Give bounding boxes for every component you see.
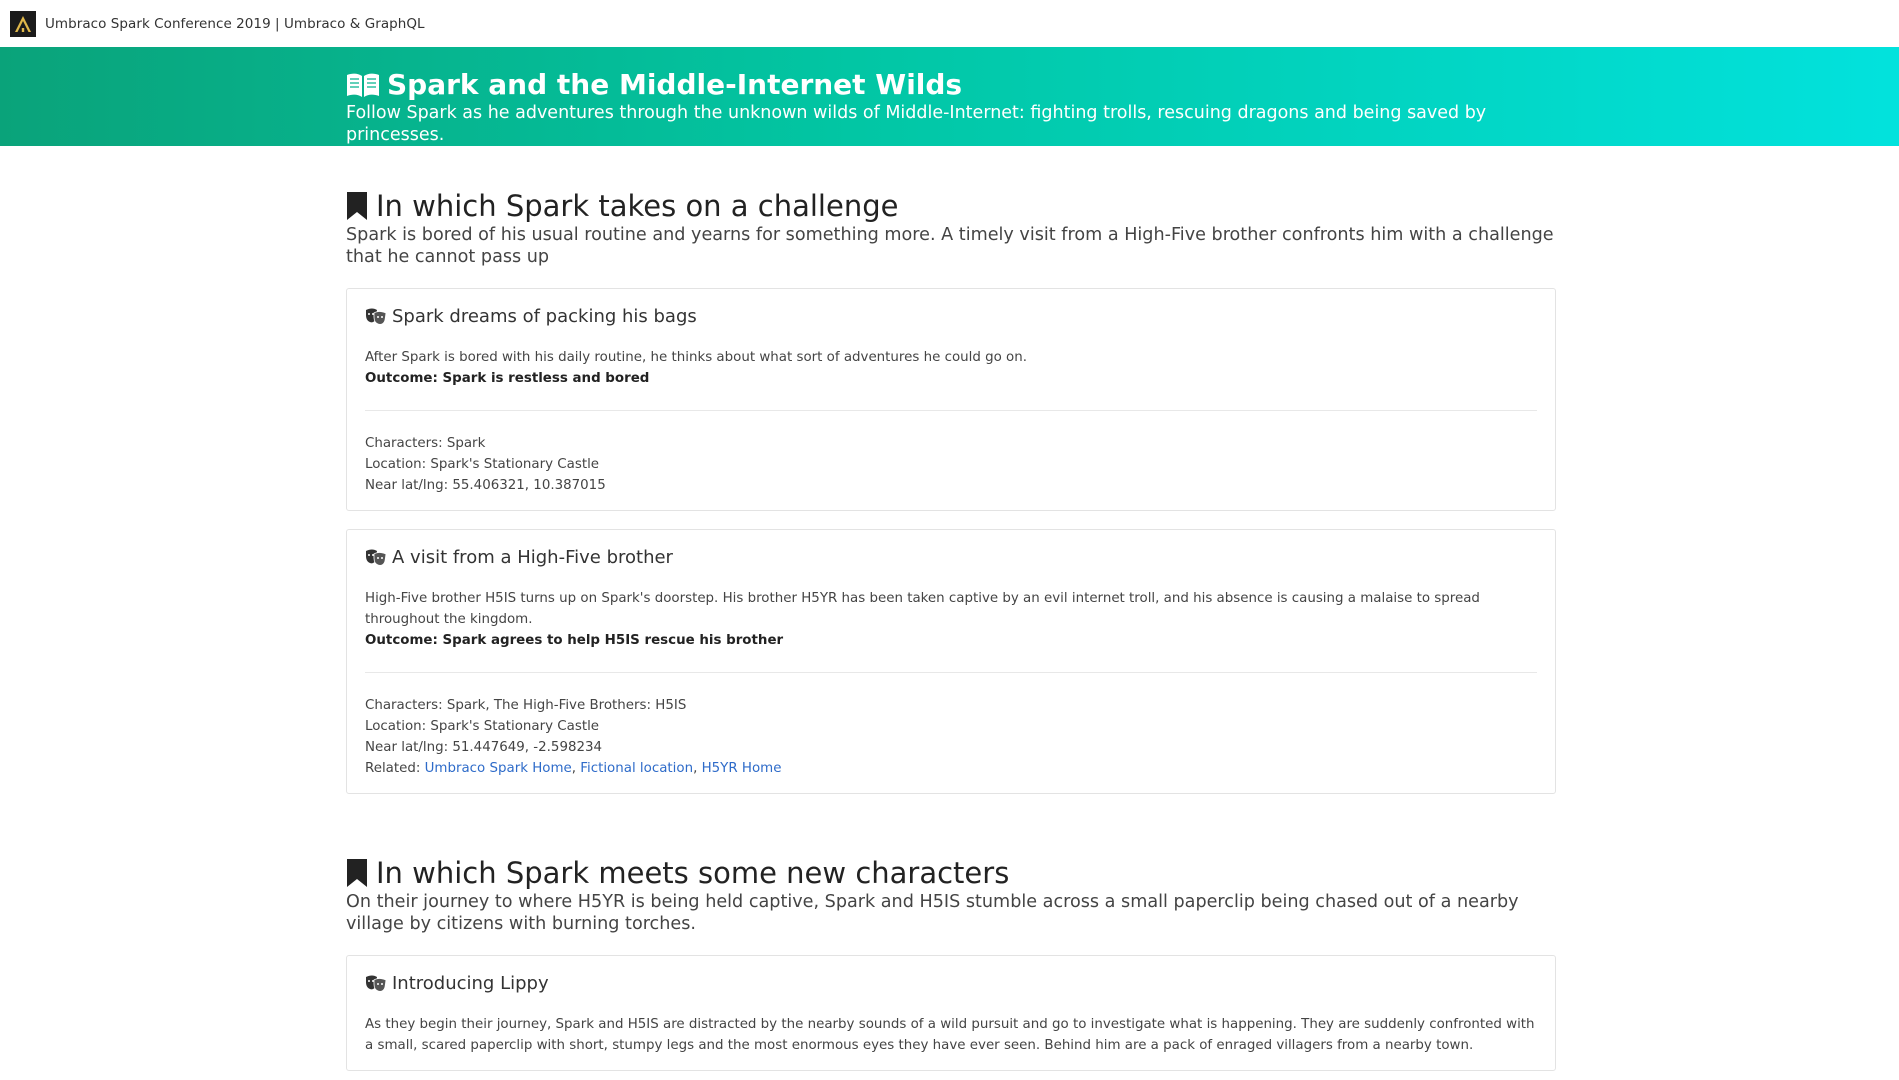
related-separator: , (571, 761, 581, 776)
scene-characters: Characters: Spark (365, 436, 486, 451)
scene-location: Location: Spark's Stationary Castle (365, 457, 600, 472)
chapter-description: Spark is bored of his usual routine and … (346, 225, 1554, 267)
scene-title: Spark dreams of packing his bags (392, 306, 697, 327)
scene-body: As they begin their journey, Spark and H… (365, 1017, 1535, 1053)
hero-heading: Spark and the Middle-Internet Wilds (346, 68, 1556, 102)
divider (365, 410, 1537, 411)
scene-heading: A visit from a High-Five brother (365, 546, 1537, 570)
scene-title: A visit from a High-Five brother (392, 547, 673, 568)
scene-characters: Characters: Spark, The High-Five Brother… (365, 698, 687, 713)
scene-heading: Spark dreams of packing his bags (365, 305, 1537, 329)
chapter-title: In which Spark takes on a challenge (376, 189, 899, 223)
scene-card: Spark dreams of packing his bags After S… (346, 288, 1556, 511)
scene-latlng: Near lat/lng: 55.406321, 10.387015 (365, 478, 606, 493)
related-link-fictional-location[interactable]: Fictional location (580, 761, 693, 776)
related-link-h5yr-home[interactable]: H5YR Home (702, 761, 782, 776)
hero-title: Spark and the Middle-Internet Wilds (387, 68, 963, 101)
scene-latlng: Near lat/lng: 51.447649, -2.598234 (365, 740, 603, 755)
bookmark-icon (346, 858, 368, 888)
top-bar: Umbraco Spark Conference 2019 | Umbraco … (0, 0, 1899, 47)
site-logo-icon[interactable] (10, 10, 36, 37)
related-label: Related: (365, 761, 425, 776)
divider (365, 672, 1537, 673)
related-link-umbraco-spark-home[interactable]: Umbraco Spark Home (425, 761, 572, 776)
chapter-description: On their journey to where H5YR is being … (346, 892, 1519, 934)
chapter-heading: In which Spark takes on a challenge (346, 188, 1557, 224)
scene-heading: Introducing Lippy (365, 972, 1537, 996)
chapter: In which Spark takes on a challenge Spar… (346, 188, 1557, 794)
main-content: In which Spark takes on a challenge Spar… (346, 188, 1557, 1080)
scene-card: A visit from a High-Five brother High-Fi… (346, 529, 1556, 794)
hero-subtitle: Follow Spark as he adventures through th… (346, 103, 1487, 145)
scene-body: After Spark is bored with his daily rout… (365, 350, 1027, 365)
scene-outcome: Outcome: Spark agrees to help H5IS rescu… (365, 633, 784, 648)
scene-card: Introducing Lippy As they begin their jo… (346, 955, 1556, 1071)
hero-banner: Spark and the Middle-Internet Wilds Foll… (0, 47, 1899, 146)
open-book-icon (346, 71, 380, 99)
chapter: In which Spark meets some new characters… (346, 855, 1557, 1071)
scene-body: High-Five brother H5IS turns up on Spark… (365, 591, 1480, 627)
scene-related: Related: Umbraco Spark Home, Fictional l… (365, 758, 1537, 779)
scene-location: Location: Spark's Stationary Castle (365, 719, 600, 734)
theater-masks-icon (365, 975, 387, 993)
chapter-heading: In which Spark meets some new characters (346, 855, 1557, 891)
related-separator: , (693, 761, 702, 776)
scene-title: Introducing Lippy (392, 973, 549, 994)
theater-masks-icon (365, 549, 387, 567)
theater-masks-icon (365, 308, 387, 326)
chapter-title: In which Spark meets some new characters (376, 856, 1010, 890)
bookmark-icon (346, 191, 368, 221)
scene-outcome: Outcome: Spark is restless and bored (365, 371, 650, 386)
site-title[interactable]: Umbraco Spark Conference 2019 | Umbraco … (45, 16, 425, 32)
